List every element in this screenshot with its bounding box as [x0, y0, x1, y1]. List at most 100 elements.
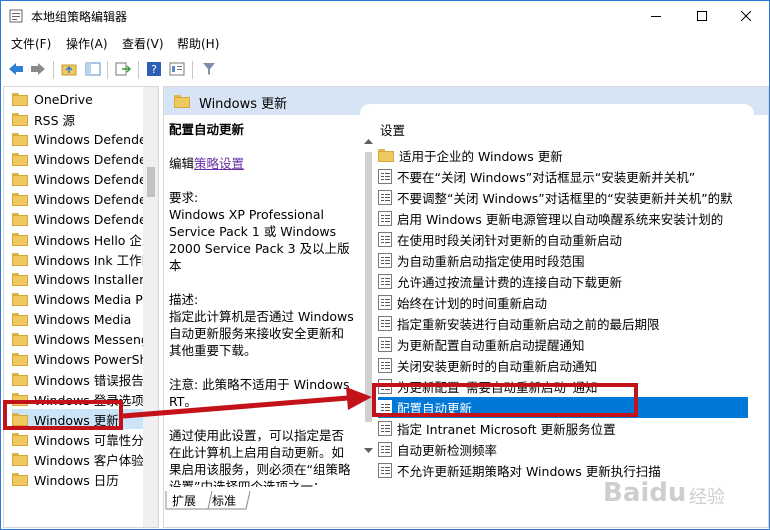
- tree-item[interactable]: Windows 错误报告: [12, 369, 152, 389]
- settings-column-header[interactable]: 设置: [380, 120, 405, 139]
- policy-row[interactable]: 不要在“关闭 Windows”对话框显示“安装更新并关机”: [378, 166, 748, 187]
- tree-item-label: Windows 日历: [34, 472, 119, 488]
- menu-help[interactable]: 帮助(H): [177, 35, 219, 52]
- tree-scrollbar[interactable]: [143, 87, 158, 527]
- policy-row-label: 不要调整“关闭 Windows”对话框里的“安装更新并关机”的默: [397, 191, 733, 206]
- svg-text:Baidu: Baidu: [603, 478, 686, 508]
- policy-icon: [378, 358, 392, 373]
- policy-row[interactable]: 自动更新检测频率: [378, 439, 748, 460]
- policy-row[interactable]: 指定重新安装进行自动重新启动之前的最后期限: [378, 313, 748, 334]
- policy-row[interactable]: 在使用时段关闭针对更新的自动重新启动: [378, 229, 748, 250]
- tree-item-label: Windows Defender: [34, 171, 152, 187]
- tree-item[interactable]: Windows PowerSh: [12, 349, 152, 369]
- policy-row[interactable]: 始终在计划的时间重新启动: [378, 292, 748, 313]
- tree-item-label: Windows Defender: [34, 191, 152, 207]
- folder-icon: [12, 212, 28, 226]
- highlight-policy-row: [372, 383, 638, 417]
- back-button[interactable]: [6, 59, 26, 79]
- tree-item-label: Windows Media: [34, 311, 132, 327]
- filter-button[interactable]: [199, 59, 219, 79]
- requirements-text: Windows XP Professional Service Pack 1 或…: [169, 207, 350, 273]
- folder-icon: [12, 312, 28, 326]
- description: 描述: 指定此计算机是否通过 Windows 自动更新服务来接收安全更新和其他重…: [169, 291, 355, 359]
- policy-row[interactable]: 关闭安装更新时的自动重新启动通知: [378, 355, 748, 376]
- folder-icon: [12, 252, 28, 266]
- edit-line: 编辑策略设置: [169, 155, 355, 172]
- requirements-label: 要求:: [169, 190, 199, 205]
- tree-item[interactable]: Windows Defender: [12, 149, 152, 169]
- forward-arrow-icon: [31, 63, 45, 75]
- tree-item[interactable]: Windows Ink 工作区: [12, 249, 152, 269]
- policy-row-label: 不要在“关闭 Windows”对话框显示“安装更新并关机”: [397, 170, 696, 185]
- close-button[interactable]: [723, 1, 769, 31]
- menu-bar: 文件(F) 操作(A) 查看(V) 帮助(H): [1, 33, 769, 53]
- tree-item[interactable]: Windows Defender: [12, 169, 152, 189]
- policy-row[interactable]: 不要调整“关闭 Windows”对话框里的“安装更新并关机”的默: [378, 187, 748, 208]
- policy-row[interactable]: 启用 Windows 更新电源管理以自动唤醒系统来安装计划的: [378, 208, 748, 229]
- tree-item[interactable]: OneDrive: [12, 89, 152, 109]
- policy-icon: [378, 274, 392, 289]
- folder-icon: [12, 172, 28, 186]
- tree-item[interactable]: RSS 源: [12, 109, 152, 129]
- up-folder-button[interactable]: [59, 59, 79, 79]
- policy-icon: [378, 190, 392, 205]
- policy-row[interactable]: 允许通过按流量计费的连接自动下载更新: [378, 271, 748, 292]
- menu-file[interactable]: 文件(F): [11, 35, 51, 52]
- policy-row-label: 为自动重新启动指定使用时段范围: [397, 254, 585, 269]
- tree-item[interactable]: Windows Hello 企业: [12, 229, 152, 249]
- tree-item[interactable]: Windows 日历: [12, 469, 152, 489]
- tree-item-label: Windows Defender: [34, 151, 152, 167]
- folder-icon: [12, 132, 28, 146]
- tree-item[interactable]: Windows Media P: [12, 289, 152, 309]
- policy-row[interactable]: 指定 Intranet Microsoft 更新服务位置: [378, 418, 748, 439]
- show-tree-button[interactable]: [83, 59, 103, 79]
- tree-item[interactable]: Windows 客户体验: [12, 449, 152, 469]
- maximize-button[interactable]: [679, 1, 725, 31]
- menu-view[interactable]: 查看(V): [122, 35, 164, 52]
- folder-icon: [174, 95, 190, 108]
- minimize-button[interactable]: [633, 1, 679, 31]
- tree-item[interactable]: Windows 可靠性分: [12, 429, 152, 449]
- maximize-icon: [697, 11, 707, 21]
- tab-extended[interactable]: 扩展: [172, 491, 196, 509]
- tree-item-label: Windows Hello 企业: [34, 232, 152, 248]
- toolbar: ?: [1, 56, 769, 84]
- tree-item[interactable]: Windows Messeng: [12, 329, 152, 349]
- tree-item-label: Windows Messeng: [34, 331, 149, 347]
- folder-icon: [12, 152, 28, 166]
- menu-action[interactable]: 操作(A): [66, 35, 108, 52]
- edit-prefix: 编辑: [169, 156, 195, 171]
- help-icon: ?: [147, 62, 161, 76]
- policy-row-label: 在使用时段关闭针对更新的自动重新启动: [397, 233, 623, 248]
- tree-item[interactable]: Windows Defender: [12, 189, 152, 209]
- more-text: 通过使用此设置，可以指定是否在此计算机上启用自动更新。如果启用该服务，则必须在“…: [169, 428, 351, 487]
- folder-icon: [12, 372, 28, 386]
- settings-list: 设置 适用于企业的 Windows 更新不要在“关闭 Windows”对话框显示…: [360, 104, 754, 489]
- policy-row[interactable]: 为自动重新启动指定使用时段范围: [378, 250, 748, 271]
- tree-item[interactable]: Windows Defender: [12, 209, 152, 229]
- tree-item-label: RSS 源: [34, 112, 76, 128]
- edit-policy-link[interactable]: 策略设置: [194, 156, 244, 171]
- tree-item[interactable]: Windows Media: [12, 309, 152, 329]
- help-button[interactable]: ?: [144, 59, 164, 79]
- policy-row-label: 关闭安装更新时的自动重新启动通知: [397, 359, 598, 374]
- minimize-icon: [651, 16, 661, 17]
- tree-item[interactable]: Windows Defender: [12, 129, 152, 149]
- tree-item[interactable]: Windows Installer: [12, 269, 152, 289]
- policy-icon: [378, 253, 392, 268]
- tab-standard[interactable]: 标准: [212, 491, 236, 509]
- export-button[interactable]: [113, 59, 133, 79]
- properties-button[interactable]: [167, 59, 187, 79]
- policy-icon: [378, 316, 392, 331]
- forward-button[interactable]: [28, 59, 48, 79]
- export-icon: [115, 62, 131, 76]
- policy-row-label: 为更新配置自动重新启动提醒通知: [397, 338, 585, 353]
- description-text: 指定此计算机是否通过 Windows 自动更新服务来接收安全更新和其他重要下载。: [169, 309, 354, 358]
- tree-item-label: Windows 可靠性分: [34, 432, 144, 448]
- note-text: 注意: 此策略不适用于 Windows RT。: [169, 377, 350, 409]
- policy-row[interactable]: 为更新配置自动重新启动提醒通知: [378, 334, 748, 355]
- policy-row[interactable]: 适用于企业的 Windows 更新: [378, 145, 748, 166]
- policy-icon: [378, 232, 392, 247]
- policy-icon: [378, 295, 392, 310]
- tree-item-label: Windows 客户体验: [34, 452, 144, 468]
